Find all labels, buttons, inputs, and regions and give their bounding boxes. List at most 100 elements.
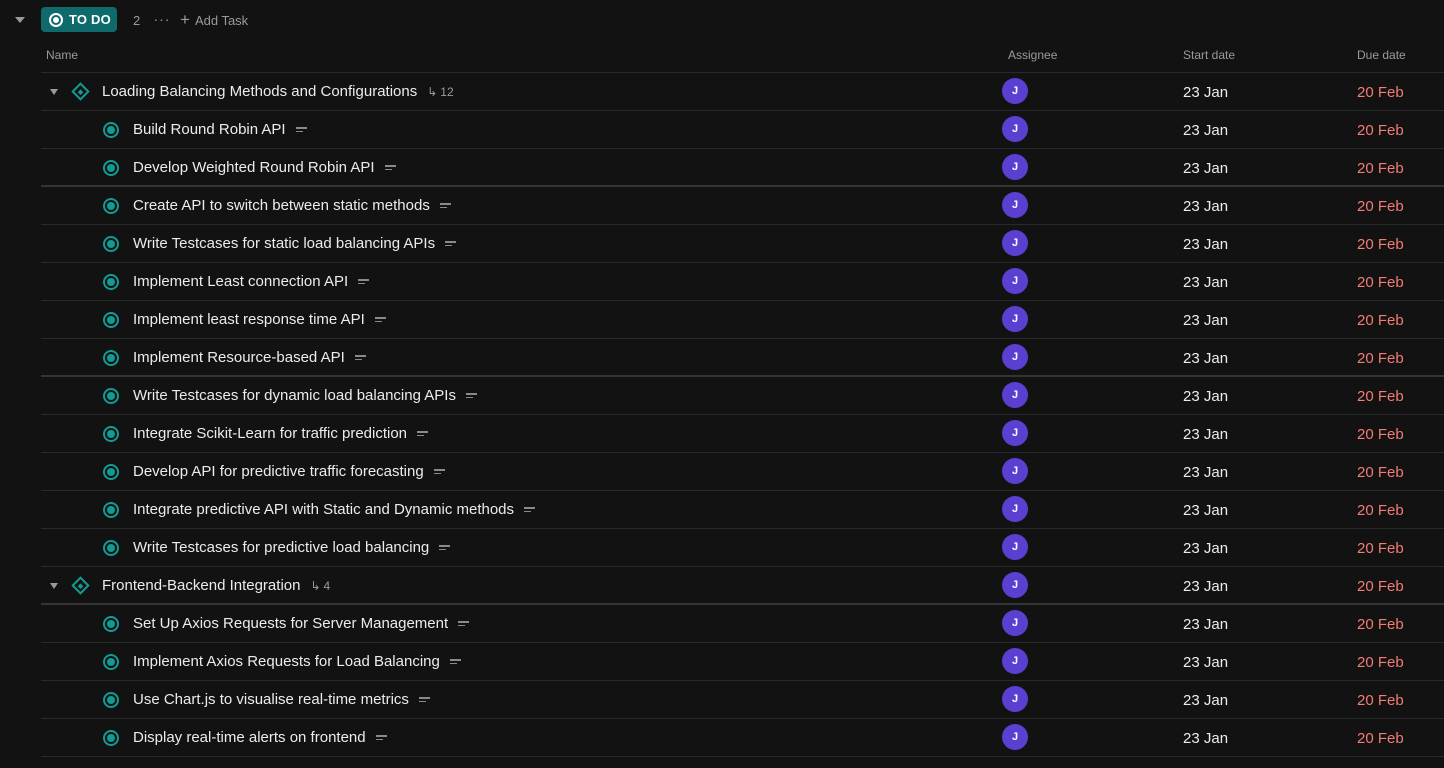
due-date-cell[interactable]: 20 Feb (1357, 502, 1404, 519)
start-date-cell[interactable]: 23 Jan (1183, 84, 1228, 101)
column-header-assignee[interactable]: Assignee (1008, 48, 1057, 62)
assignee-avatar[interactable]: J (1002, 268, 1028, 294)
subtask-row[interactable]: Write Testcases for dynamic load balanci… (41, 377, 1444, 415)
task-name[interactable]: Implement least response time API (133, 311, 365, 328)
assignee-avatar[interactable]: J (1002, 154, 1028, 180)
subtask-row[interactable]: Develop Weighted Round Robin API J 23 Jan 2… (41, 149, 1444, 187)
status-circle-icon[interactable] (103, 426, 119, 442)
description-icon[interactable] (384, 165, 396, 170)
subtask-row[interactable]: Build Round Robin API J 23 Jan 20 Feb (41, 111, 1444, 149)
due-date-cell[interactable]: 20 Feb (1357, 730, 1404, 747)
assignee-avatar[interactable]: J (1002, 458, 1028, 484)
status-group-pill[interactable]: TO DO (41, 7, 117, 32)
assignee-avatar[interactable]: J (1002, 230, 1028, 256)
assignee-avatar[interactable]: J (1002, 610, 1028, 636)
task-name[interactable]: Implement Resource-based API (133, 349, 345, 366)
due-date-cell[interactable]: 20 Feb (1357, 312, 1404, 329)
assignee-avatar[interactable]: J (1002, 648, 1028, 674)
assignee-avatar[interactable]: J (1002, 78, 1028, 104)
start-date-cell[interactable]: 23 Jan (1183, 616, 1228, 633)
parent-task-row[interactable]: Frontend-Backend Integration ↳ 4 J 23 Jan 20 … (41, 567, 1444, 605)
due-date-cell[interactable]: 20 Feb (1357, 350, 1404, 367)
status-circle-icon[interactable] (103, 198, 119, 214)
task-name[interactable]: Implement Least connection API (133, 273, 348, 290)
due-date-cell[interactable]: 20 Feb (1357, 388, 1404, 405)
task-name[interactable]: Implement Axios Requests for Load Balanc… (133, 653, 440, 670)
description-icon[interactable] (354, 355, 366, 360)
task-name[interactable]: Frontend-Backend Integration (102, 577, 300, 594)
due-date-cell[interactable]: 20 Feb (1357, 426, 1404, 443)
assignee-avatar[interactable]: J (1002, 382, 1028, 408)
due-date-cell[interactable]: 20 Feb (1357, 692, 1404, 709)
start-date-cell[interactable]: 23 Jan (1183, 274, 1228, 291)
expand-collapse-icon[interactable] (50, 89, 58, 95)
description-icon[interactable] (374, 317, 386, 322)
start-date-cell[interactable]: 23 Jan (1183, 198, 1228, 215)
due-date-cell[interactable]: 20 Feb (1357, 616, 1404, 633)
task-name[interactable]: Build Round Robin API (133, 121, 286, 138)
more-options-button[interactable]: ··· (153, 10, 171, 28)
assignee-avatar[interactable]: J (1002, 306, 1028, 332)
task-name[interactable]: Write Testcases for predictive load bala… (133, 539, 429, 556)
column-header-name[interactable]: Name (46, 48, 78, 62)
status-circle-icon[interactable] (103, 350, 119, 366)
due-date-cell[interactable]: 20 Feb (1357, 160, 1404, 177)
task-name[interactable]: Display real-time alerts on frontend (133, 729, 366, 746)
status-circle-icon[interactable] (103, 274, 119, 290)
status-circle-icon[interactable] (103, 730, 119, 746)
due-date-cell[interactable]: 20 Feb (1357, 198, 1404, 215)
subtask-row[interactable]: Write Testcases for static load balancin… (41, 225, 1444, 263)
assignee-avatar[interactable]: J (1002, 420, 1028, 446)
description-icon[interactable] (439, 545, 451, 550)
assignee-avatar[interactable]: J (1002, 496, 1028, 522)
status-circle-icon[interactable] (103, 502, 119, 518)
start-date-cell[interactable]: 23 Jan (1183, 730, 1228, 747)
start-date-cell[interactable]: 23 Jan (1183, 388, 1228, 405)
start-date-cell[interactable]: 23 Jan (1183, 426, 1228, 443)
start-date-cell[interactable]: 23 Jan (1183, 312, 1228, 329)
parent-task-row[interactable]: Loading Balancing Methods and Configurat… (41, 73, 1444, 111)
status-circle-icon[interactable] (103, 236, 119, 252)
status-circle-icon[interactable] (103, 122, 119, 138)
subtask-row[interactable]: Create API to switch between static meth… (41, 187, 1444, 225)
status-circle-icon[interactable] (103, 540, 119, 556)
due-date-cell[interactable]: 20 Feb (1357, 236, 1404, 253)
task-name[interactable]: Develop API for predictive traffic forec… (133, 463, 424, 480)
due-date-cell[interactable]: 20 Feb (1357, 540, 1404, 557)
subtask-row[interactable]: Implement Least connection API J 23 Jan 20 … (41, 263, 1444, 301)
start-date-cell[interactable]: 23 Jan (1183, 122, 1228, 139)
task-name[interactable]: Integrate Scikit-Learn for traffic predi… (133, 425, 407, 442)
status-circle-icon[interactable] (103, 160, 119, 176)
description-icon[interactable] (445, 241, 457, 246)
subtask-row[interactable]: Implement least response time API J 23 Jan… (41, 301, 1444, 339)
description-icon[interactable] (433, 469, 445, 474)
start-date-cell[interactable]: 23 Jan (1183, 464, 1228, 481)
assignee-avatar[interactable]: J (1002, 724, 1028, 750)
subtask-row[interactable]: Implement Resource-based API J 23 Jan 20 Fe… (41, 339, 1444, 377)
task-name[interactable]: Create API to switch between static meth… (133, 197, 430, 214)
subtask-row[interactable]: Set Up Axios Requests for Server Managem… (41, 605, 1444, 643)
task-name[interactable]: Develop Weighted Round Robin API (133, 159, 375, 176)
description-icon[interactable] (458, 621, 470, 626)
subtask-count-badge[interactable]: ↳ 4 (310, 579, 330, 593)
subtask-row[interactable]: Integrate Scikit-Learn for traffic predi… (41, 415, 1444, 453)
status-circle-icon[interactable] (103, 464, 119, 480)
expand-collapse-icon[interactable] (50, 583, 58, 589)
assignee-avatar[interactable]: J (1002, 344, 1028, 370)
description-icon[interactable] (418, 697, 430, 702)
assignee-avatar[interactable]: J (1002, 192, 1028, 218)
status-circle-icon[interactable] (103, 692, 119, 708)
due-date-cell[interactable]: 20 Feb (1357, 654, 1404, 671)
start-date-cell[interactable]: 23 Jan (1183, 236, 1228, 253)
add-task-button[interactable]: + Add Task (180, 10, 248, 30)
assignee-avatar[interactable]: J (1002, 686, 1028, 712)
task-name[interactable]: Use Chart.js to visualise real-time metr… (133, 691, 409, 708)
subtask-row[interactable]: Implement Axios Requests for Load Balanc… (41, 643, 1444, 681)
assignee-avatar[interactable]: J (1002, 116, 1028, 142)
due-date-cell[interactable]: 20 Feb (1357, 464, 1404, 481)
subtask-row[interactable]: Display real-time alerts on frontend J 23 … (41, 719, 1444, 757)
column-header-start-date[interactable]: Start date (1183, 48, 1235, 62)
status-circle-icon[interactable] (103, 388, 119, 404)
start-date-cell[interactable]: 23 Jan (1183, 502, 1228, 519)
description-icon[interactable] (358, 279, 370, 284)
